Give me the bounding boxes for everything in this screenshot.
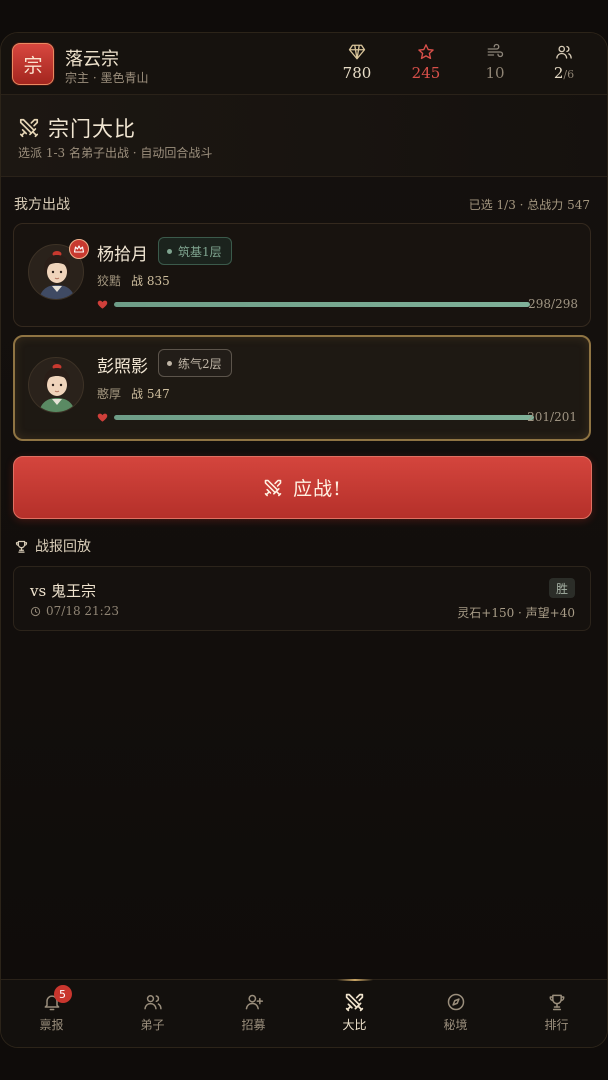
app-frame: 宗 落云宗 宗主 · 墨色青山 780 245 10 2/6 宗门大比 选派 1…	[0, 32, 608, 1048]
realm-badge: 练气2层	[158, 349, 232, 377]
stat-spirit-stone[interactable]: 780	[327, 43, 387, 82]
nav-label: 秘境	[443, 1018, 468, 1032]
clock-icon	[30, 606, 41, 616]
nav-label: 排行	[544, 1018, 569, 1032]
top-header: 宗 落云宗 宗主 · 墨色青山 780 245 10 2/6	[1, 33, 607, 95]
stat-disciples[interactable]: 2/6	[534, 43, 594, 82]
nav-item-realm[interactable]: 秘境	[405, 980, 506, 1047]
leader-crown-icon	[69, 239, 89, 259]
fighter-stats: 憨厚战 547	[97, 387, 170, 401]
nav-item-report[interactable]: 5 禀报	[1, 980, 102, 1047]
realm-dot	[167, 248, 172, 254]
nav-label: 禀报	[39, 1018, 64, 1032]
fighter-card[interactable]: 杨拾月 筑基1层 狡黠战 835 298/298	[13, 223, 591, 327]
nav-item-recruit[interactable]: 招募	[203, 980, 304, 1047]
wind-icon	[465, 43, 525, 61]
fighter-card-selected[interactable]: 彭照影 练气2层 憨厚战 547 201/201	[13, 335, 591, 441]
report-time: 07/18 21:23	[30, 604, 119, 618]
heart-icon	[97, 300, 108, 309]
nav-label: 招募	[241, 1018, 266, 1032]
hp-text: 298/298	[528, 297, 578, 311]
stat-value: 10	[485, 64, 505, 82]
fighter-name: 彭照影	[97, 357, 148, 377]
stat-value: 780	[342, 64, 372, 82]
realm-dot	[167, 360, 172, 366]
user-plus-icon	[244, 991, 264, 1013]
result-badge: 胜	[548, 578, 575, 598]
stat-qi[interactable]: 10	[465, 43, 525, 82]
hp-fill	[114, 415, 534, 420]
battle-report-item[interactable]: vs 鬼王宗 07/18 21:23 胜 灵石+150 · 声望+40	[13, 566, 591, 631]
report-opponent: vs 鬼王宗	[30, 582, 96, 600]
stat-value: 2/6	[553, 64, 575, 82]
stat-value: 245	[411, 64, 441, 82]
hp-bar	[114, 302, 530, 307]
trophy-icon	[15, 540, 28, 553]
fighter-name: 杨拾月	[97, 245, 148, 265]
compass-icon	[446, 991, 466, 1013]
crossed-swords-icon	[264, 479, 282, 496]
report-reward: 灵石+150 · 声望+40	[457, 606, 575, 620]
nav-item-ranking[interactable]: 排行	[506, 980, 607, 1047]
sect-logo[interactable]: 宗	[12, 43, 54, 85]
realm-badge: 筑基1层	[158, 237, 232, 265]
sect-name: 落云宗	[65, 49, 119, 70]
avatar	[28, 357, 84, 413]
fighter-stats: 狡黠战 835	[97, 274, 170, 288]
nav-label: 弟子	[140, 1018, 165, 1032]
trophy-icon	[547, 991, 567, 1013]
our-team-label: 我方出战	[14, 197, 70, 213]
star-icon	[396, 43, 456, 61]
team-summary: 已选 1/3 · 总战力 547	[468, 198, 590, 212]
banner-title-text: 宗门大比	[48, 117, 136, 141]
sect-subtitle: 宗主 · 墨色青山	[65, 71, 149, 85]
nav-item-tournament[interactable]: 大比	[304, 980, 405, 1047]
crossed-swords-icon	[19, 118, 39, 138]
tournament-banner: 宗门大比 选派 1-3 名弟子出战 · 自动回合战斗	[1, 95, 607, 177]
stat-prestige[interactable]: 245	[396, 43, 456, 82]
hp-bar	[114, 415, 534, 420]
reports-label: 战报回放	[14, 536, 91, 556]
accept-battle-label: 应战!	[293, 478, 342, 500]
bottom-nav: 5 禀报 弟子 招募 大比 秘境 排行	[1, 979, 607, 1047]
nav-label: 大比	[342, 1018, 367, 1032]
heart-icon	[97, 413, 108, 422]
hp-fill	[114, 302, 530, 307]
accept-battle-button[interactable]: 应战!	[13, 456, 592, 519]
banner-subtitle: 选派 1-3 名弟子出战 · 自动回合战斗	[18, 146, 213, 160]
nav-item-disciples[interactable]: 弟子	[102, 980, 203, 1047]
users-icon	[143, 991, 163, 1013]
hp-text: 201/201	[527, 410, 577, 424]
crossed-swords-icon	[344, 991, 365, 1013]
diamond-icon	[327, 43, 387, 61]
notification-badge: 5	[53, 985, 72, 1003]
users-icon	[534, 43, 594, 61]
banner-title: 宗门大比	[18, 113, 136, 143]
